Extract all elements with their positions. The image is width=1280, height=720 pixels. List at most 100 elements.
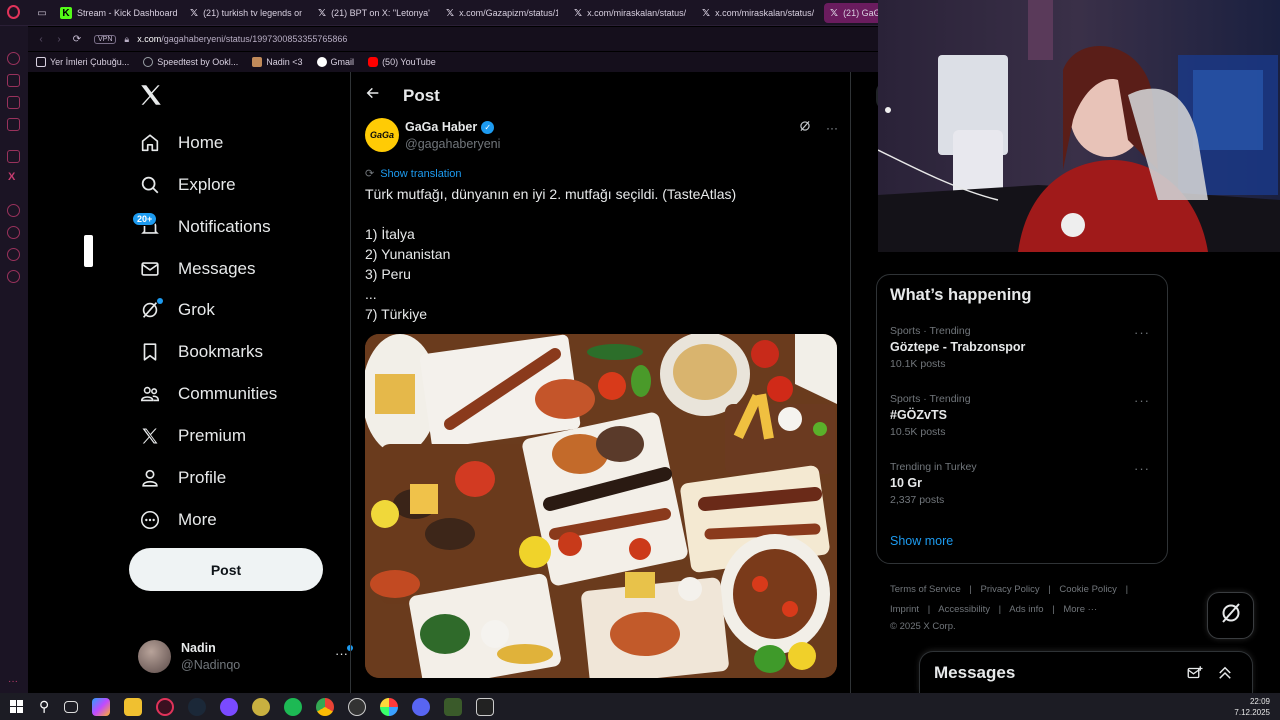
nav-messages[interactable]: Messages	[138, 249, 255, 289]
twitch-icon[interactable]	[7, 150, 20, 163]
footer-link[interactable]: More ···	[1063, 604, 1097, 615]
footer-link[interactable]: Cookie Policy	[1059, 584, 1117, 595]
windows-start-icon[interactable]	[10, 700, 23, 713]
sidebar-app-icon[interactable]	[7, 74, 20, 87]
bookmark-item[interactable]: Nadin <3	[252, 57, 303, 67]
app-icon[interactable]	[220, 697, 239, 716]
trend-name: 10 Gr	[890, 476, 922, 490]
account-switcher[interactable]: Nadin @Nadinqo ···	[138, 634, 353, 678]
nav-home[interactable]: Home	[138, 123, 223, 163]
search-icon[interactable]: ⚲	[39, 698, 49, 715]
tab-photo[interactable]: ▭	[36, 3, 53, 23]
x-logo-icon[interactable]	[138, 82, 164, 108]
footer-link[interactable]: Ads info	[1009, 604, 1043, 615]
trend-item[interactable]: Sports · Trending #GÖZvTS 10.5K posts ··…	[890, 393, 1156, 438]
sidebar-app-icon[interactable]	[7, 204, 20, 217]
speedtest-icon	[143, 57, 154, 67]
footer-link[interactable]: Imprint	[890, 604, 919, 615]
app-icon[interactable]	[444, 697, 463, 716]
url-field[interactable]: x.com/gagahaberyeni/status/1997300853355…	[137, 34, 347, 44]
footer-link[interactable]: Accessibility	[938, 604, 990, 615]
whats-happening-panel: What’s happening Sports · Trending Gözte…	[876, 274, 1168, 564]
more-icon[interactable]: ···	[1134, 393, 1150, 408]
file-explorer-icon[interactable]	[124, 697, 143, 716]
more-icon[interactable]: ···	[826, 121, 838, 135]
youtube-icon	[368, 57, 379, 67]
author-name-row[interactable]: GaGa Haber ✓	[405, 120, 495, 134]
spotify-icon[interactable]	[284, 697, 303, 716]
show-translation-link[interactable]: ⟳ Show translation	[365, 167, 462, 181]
vpn-badge[interactable]: VPN	[94, 34, 117, 44]
app-icon[interactable]	[380, 697, 399, 716]
bookmark-item[interactable]: Yer İmleri Çubuğu...	[36, 57, 129, 67]
more-icon[interactable]: ···	[1134, 461, 1150, 476]
tab-x-active[interactable]: 𝕏 (21) GaGa	[824, 3, 884, 23]
sidebar-app-icon[interactable]	[7, 118, 20, 131]
clock-icon[interactable]	[7, 226, 20, 239]
nav-grok[interactable]: Grok	[138, 290, 215, 330]
system-clock[interactable]: 22:09 7.12.2025	[1234, 693, 1270, 720]
lock-icon[interactable]: 🔒︎	[124, 34, 129, 45]
more-icon[interactable]: ···	[8, 676, 18, 687]
author-handle[interactable]: @gagahaberyeni	[405, 137, 500, 151]
trend-item[interactable]: Sports · Trending Göztepe - Trabzonspor …	[890, 325, 1156, 370]
new-message-icon[interactable]	[1186, 664, 1204, 687]
sidebar-app-icon[interactable]	[7, 248, 20, 261]
nav-explore[interactable]: Explore	[138, 165, 236, 205]
nav-profile[interactable]: Profile	[138, 458, 226, 498]
nav-premium[interactable]: Premium	[138, 416, 246, 456]
obs-icon[interactable]	[348, 697, 367, 716]
back-arrow-icon[interactable]: ‹	[32, 34, 50, 45]
tab-x-5[interactable]: 𝕏x.com/miraskalan/status/	[702, 3, 814, 23]
tab-x-4[interactable]: 𝕏x.com/miraskalan/status/	[574, 3, 686, 23]
bookmark-item[interactable]: Speedtest by Ookl...	[143, 57, 238, 67]
grok-floating-button[interactable]	[1207, 592, 1254, 639]
opera-gx-icon[interactable]	[156, 697, 175, 716]
trend-item[interactable]: Trending in Turkey 10 Gr 2,337 posts ···	[890, 461, 1156, 506]
nav-notifications[interactable]: Notifications	[138, 207, 271, 247]
app-icon[interactable]	[252, 697, 271, 716]
x-icon: 𝕏	[190, 7, 199, 19]
footer-separator: |	[1052, 604, 1055, 615]
nav-more[interactable]: More	[138, 500, 217, 540]
nav-bookmarks[interactable]: Bookmarks	[138, 332, 263, 372]
copilot-icon[interactable]	[92, 697, 111, 716]
url-path: /gagahaberyeni/status/199730085335576586…	[161, 34, 348, 44]
footer-separator: |	[969, 584, 972, 595]
tab-kick[interactable]: K Stream - Kick Dashboard	[60, 3, 192, 23]
tab-x-1[interactable]: 𝕏 (21) turkish tv legends on	[190, 3, 302, 23]
grok-icon[interactable]	[798, 119, 812, 136]
tab-x-3[interactable]: 𝕏x.com/Gazapizm/status/1	[446, 3, 558, 23]
footer-link[interactable]: Privacy Policy	[981, 584, 1040, 595]
google-icon	[316, 57, 327, 67]
nav-label: More	[178, 510, 217, 529]
person-icon	[138, 466, 162, 490]
post-button[interactable]: Post	[129, 548, 323, 591]
back-arrow-icon[interactable]	[365, 85, 381, 106]
post-image[interactable]	[365, 334, 837, 678]
footer-link[interactable]: Terms of Service	[890, 584, 961, 595]
reload-icon[interactable]: ⟳	[68, 34, 86, 45]
bookmark-item[interactable]: (50) YouTube	[368, 57, 436, 67]
user-name: Nadin	[181, 640, 216, 655]
author-avatar[interactable]: GaGa	[365, 118, 399, 152]
messages-drawer[interactable]: Messages	[919, 651, 1253, 693]
chrome-icon[interactable]	[316, 697, 335, 716]
steam-icon[interactable]	[188, 697, 207, 716]
more-icon[interactable]: ···	[1134, 325, 1150, 340]
task-view-icon[interactable]	[64, 700, 79, 713]
forward-arrow-icon[interactable]: ›	[50, 34, 68, 45]
bookmark-item[interactable]: Gmail	[316, 57, 354, 67]
scroll-thumb[interactable]	[84, 235, 93, 267]
sidebar-app-icon[interactable]	[7, 52, 20, 65]
tab-x-2[interactable]: 𝕏 (21) BPT on X: "Letonya'd	[318, 3, 430, 23]
app-icon[interactable]	[476, 697, 495, 716]
expand-up-icon[interactable]	[1216, 664, 1234, 687]
discord-icon[interactable]	[412, 697, 431, 716]
sidebar-app-icon[interactable]	[7, 96, 20, 109]
show-more-link[interactable]: Show more	[890, 534, 953, 548]
x-icon[interactable]: X	[8, 171, 15, 183]
settings-icon[interactable]	[7, 270, 20, 283]
opera-logo-icon[interactable]	[7, 5, 20, 19]
nav-communities[interactable]: Communities	[138, 374, 277, 414]
